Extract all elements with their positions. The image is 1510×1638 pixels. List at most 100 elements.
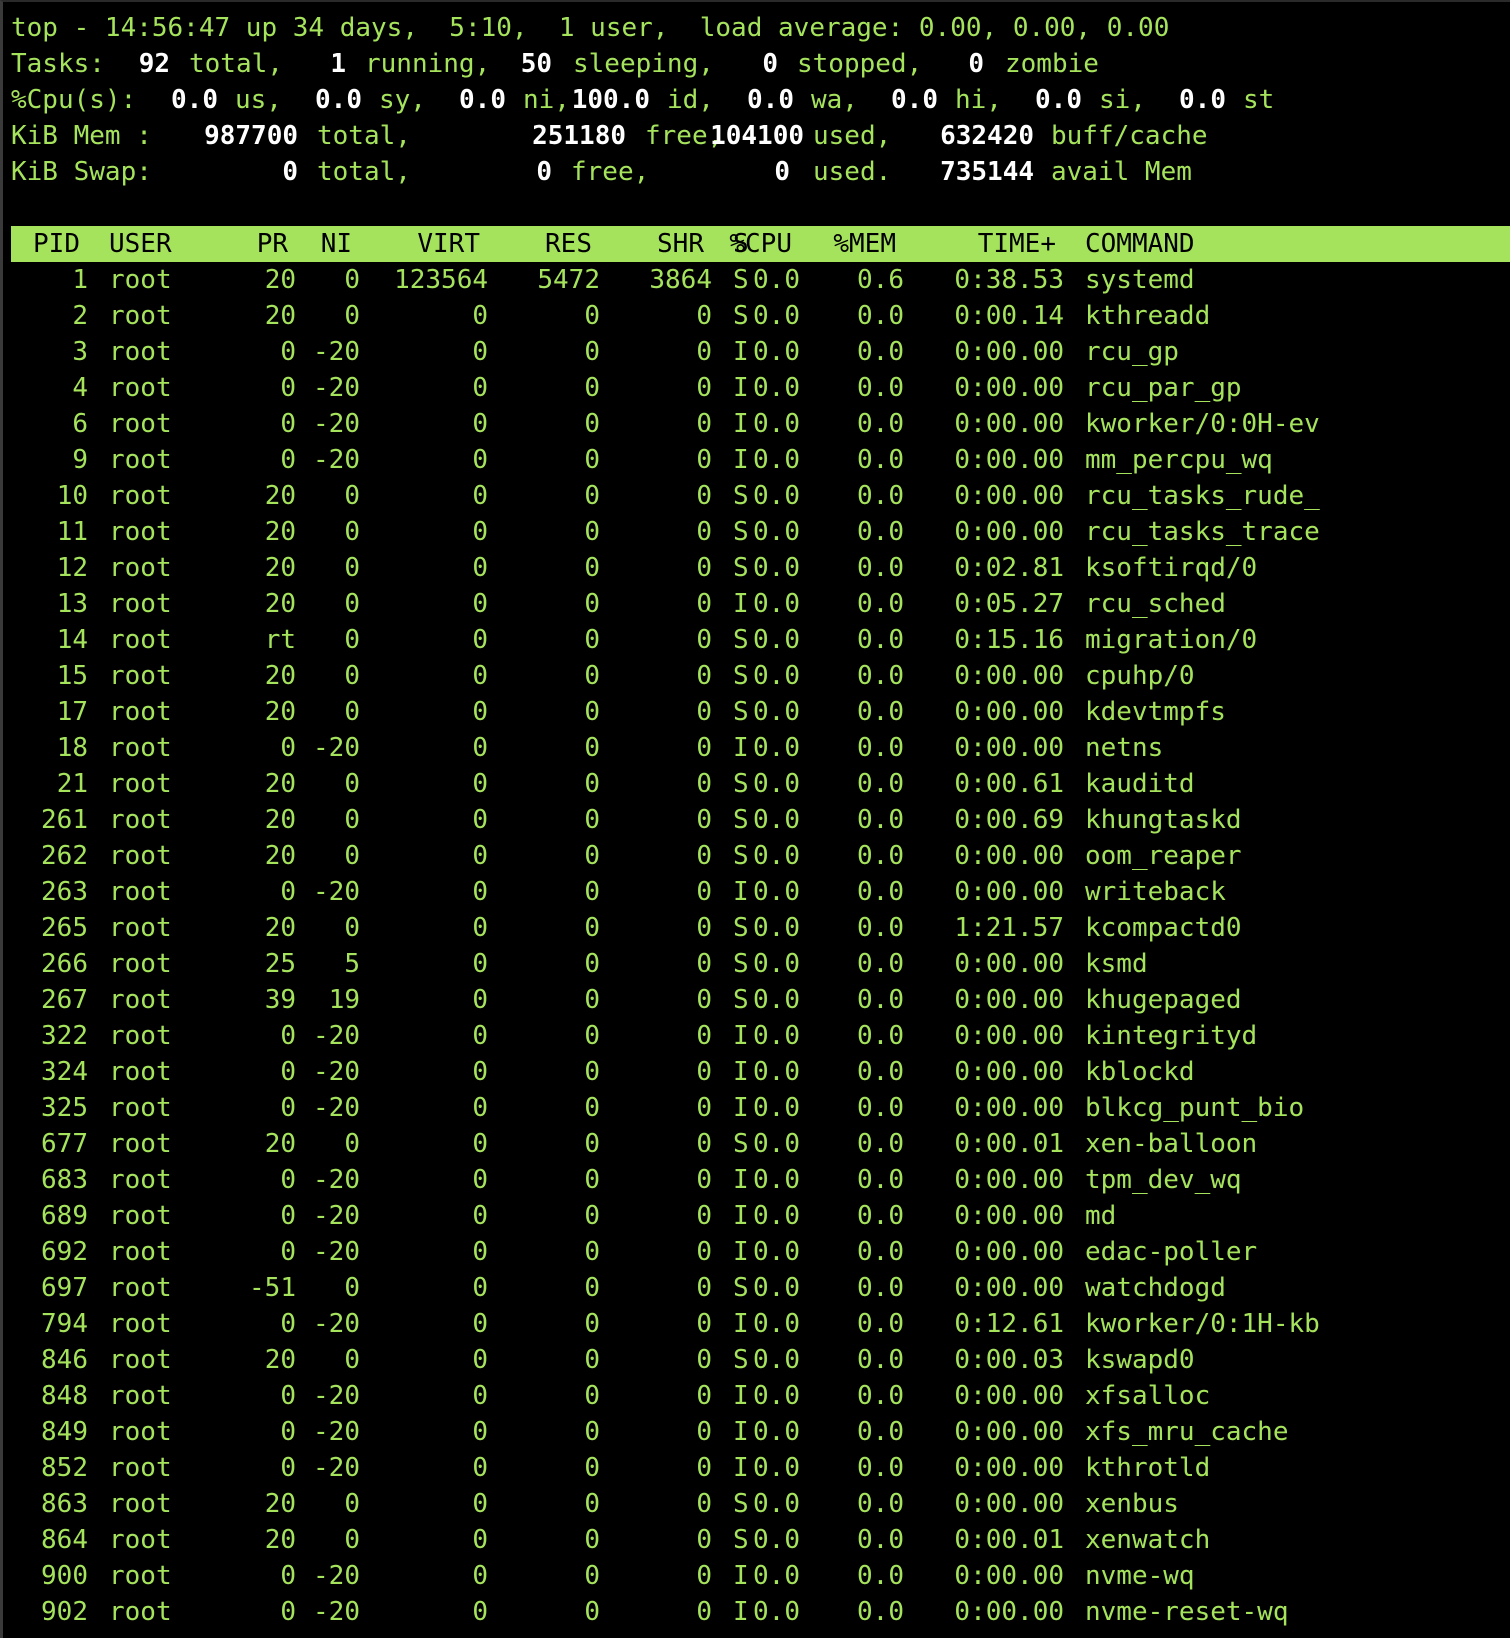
process-row[interactable]: 266 root 25 5 0 0 0 S 0.0 0.0 0:00.00 ksmd bbox=[3, 946, 1510, 982]
process-pid: 677 bbox=[41, 1129, 88, 1159]
process-row[interactable]: 1 root 20 0 123564 5472 3864 S 0.0 0.6 0:38.53 syst… bbox=[3, 262, 1510, 298]
process-mem: 0.0 bbox=[857, 1525, 904, 1555]
process-table-header[interactable]: PID USER PR NI VIRT RES SHR S %CPU %MEM TIME+ COMMA… bbox=[11, 226, 1510, 262]
process-row[interactable]: 794 root 0 -20 0 0 0 I 0.0 0.0 0:12.61 kworker/0:1H… bbox=[3, 1306, 1510, 1342]
process-row[interactable]: 852 root 0 -20 0 0 0 I 0.0 0.0 0:00.00 kthrotld bbox=[3, 1450, 1510, 1486]
process-row[interactable]: 262 root 20 0 0 0 0 S 0.0 0.0 0:00.00 oom_reaper bbox=[3, 838, 1510, 874]
process-row[interactable]: 902 root 0 -20 0 0 0 I 0.0 0.0 0:00.00 nvme-reset-w… bbox=[3, 1594, 1510, 1630]
process-pid: 13 bbox=[56, 589, 88, 619]
swap-used: 0 bbox=[774, 157, 790, 187]
process-pr: 0 bbox=[280, 1309, 296, 1339]
process-user: root bbox=[109, 733, 172, 763]
process-row[interactable]: 265 root 20 0 0 0 0 S 0.0 0.0 1:21.57 kcompactd0 bbox=[3, 910, 1510, 946]
process-virt: 0 bbox=[472, 517, 488, 547]
process-shr: 0 bbox=[696, 1273, 712, 1303]
process-row[interactable]: 692 root 0 -20 0 0 0 I 0.0 0.0 0:00.00 edac-poller bbox=[3, 1234, 1510, 1270]
process-row[interactable]: 263 root 0 -20 0 0 0 I 0.0 0.0 0:00.00 writeback bbox=[3, 874, 1510, 910]
process-res: 0 bbox=[584, 1561, 600, 1591]
process-row[interactable]: 267 root 39 19 0 0 0 S 0.0 0.0 0:00.00 khugepaged bbox=[3, 982, 1510, 1018]
process-virt: 0 bbox=[472, 841, 488, 871]
process-res: 0 bbox=[584, 1309, 600, 1339]
process-user: root bbox=[109, 1597, 172, 1627]
process-row[interactable]: 2 root 20 0 0 0 0 S 0.0 0.0 0:00.14 kthreadd bbox=[3, 298, 1510, 334]
column-header-res[interactable]: RES bbox=[545, 226, 592, 262]
process-user: root bbox=[109, 985, 172, 1015]
process-row[interactable]: 325 root 0 -20 0 0 0 I 0.0 0.0 0:00.00 blkcg_punt_b… bbox=[3, 1090, 1510, 1126]
process-ni: -20 bbox=[313, 1309, 360, 1339]
process-pid: 794 bbox=[41, 1309, 88, 1339]
process-shr: 0 bbox=[696, 1453, 712, 1483]
process-time: 1:21.57 bbox=[954, 913, 1064, 943]
process-row[interactable]: 18 root 0 -20 0 0 0 I 0.0 0.0 0:00.00 netns bbox=[3, 730, 1510, 766]
cpu-ni: 0.0 bbox=[459, 85, 506, 115]
process-res: 0 bbox=[584, 1597, 600, 1627]
process-shr: 0 bbox=[696, 1309, 712, 1339]
process-row[interactable]: 14 root rt 0 0 0 0 S 0.0 0.0 0:15.16 migration/0 bbox=[3, 622, 1510, 658]
process-res: 0 bbox=[584, 697, 600, 727]
process-shr: 0 bbox=[696, 805, 712, 835]
process-row[interactable]: 849 root 0 -20 0 0 0 I 0.0 0.0 0:00.00 xfs_mru_cach… bbox=[3, 1414, 1510, 1450]
process-row[interactable]: 3 root 0 -20 0 0 0 I 0.0 0.0 0:00.00 rcu_gp bbox=[3, 334, 1510, 370]
process-row[interactable]: 12 root 20 0 0 0 0 S 0.0 0.0 0:02.81 ksoftirqd/0 bbox=[3, 550, 1510, 586]
process-res: 0 bbox=[584, 1237, 600, 1267]
process-row[interactable]: 677 root 20 0 0 0 0 S 0.0 0.0 0:00.01 xen-balloon bbox=[3, 1126, 1510, 1162]
column-header-shr[interactable]: SHR bbox=[657, 226, 704, 262]
process-shr: 0 bbox=[696, 517, 712, 547]
process-res: 0 bbox=[584, 769, 600, 799]
process-user: root bbox=[109, 1381, 172, 1411]
process-row[interactable]: 6 root 0 -20 0 0 0 I 0.0 0.0 0:00.00 kworker/0:0H-e… bbox=[3, 406, 1510, 442]
process-mem: 0.0 bbox=[857, 1273, 904, 1303]
process-mem: 0.0 bbox=[857, 625, 904, 655]
process-row[interactable]: 689 root 0 -20 0 0 0 I 0.0 0.0 0:00.00 md bbox=[3, 1198, 1510, 1234]
column-header-command[interactable]: COMMAND bbox=[1085, 226, 1195, 262]
process-s: I bbox=[733, 445, 749, 475]
tasks-stopped: 0 bbox=[762, 49, 778, 79]
process-row[interactable]: 261 root 20 0 0 0 0 S 0.0 0.0 0:00.69 khungtaskd bbox=[3, 802, 1510, 838]
process-user: root bbox=[109, 553, 172, 583]
process-row[interactable]: 9 root 0 -20 0 0 0 I 0.0 0.0 0:00.00 mm_percpu_wq bbox=[3, 442, 1510, 478]
process-virt: 0 bbox=[472, 409, 488, 439]
process-cpu: 0.0 bbox=[753, 949, 800, 979]
tasks-sleeping-label: sleeping, bbox=[573, 49, 714, 79]
process-row[interactable]: 13 root 20 0 0 0 0 I 0.0 0.0 0:05.27 rcu_sched bbox=[3, 586, 1510, 622]
process-row[interactable]: 848 root 0 -20 0 0 0 I 0.0 0.0 0:00.00 xfsalloc bbox=[3, 1378, 1510, 1414]
process-row[interactable]: 864 root 20 0 0 0 0 S 0.0 0.0 0:00.01 xenwatch bbox=[3, 1522, 1510, 1558]
process-row[interactable]: 697 root -51 0 0 0 0 S 0.0 0.0 0:00.00 watchdogd bbox=[3, 1270, 1510, 1306]
process-row[interactable]: 10 root 20 0 0 0 0 S 0.0 0.0 0:00.00 rcu_tasks_rude… bbox=[3, 478, 1510, 514]
process-cpu: 0.0 bbox=[753, 841, 800, 871]
column-header-virt[interactable]: VIRT bbox=[417, 226, 480, 262]
column-header-mem[interactable]: %MEM bbox=[833, 226, 896, 262]
terminal-window[interactable]: top - 14:56:47 up 34 days, 5:10, 1 user,… bbox=[0, 0, 1510, 1638]
column-header-pr[interactable]: PR bbox=[257, 226, 288, 262]
process-command: edac-poller bbox=[1085, 1237, 1258, 1267]
process-pr: 0 bbox=[280, 1561, 296, 1591]
process-row[interactable]: 900 root 0 -20 0 0 0 I 0.0 0.0 0:00.00 nvme-wq bbox=[3, 1558, 1510, 1594]
process-row[interactable]: 17 root 20 0 0 0 0 S 0.0 0.0 0:00.00 kdevtmpfs bbox=[3, 694, 1510, 730]
process-s: S bbox=[733, 661, 749, 691]
process-user: root bbox=[109, 1129, 172, 1159]
process-row[interactable]: 683 root 0 -20 0 0 0 I 0.0 0.0 0:00.00 tpm_dev_wq bbox=[3, 1162, 1510, 1198]
cpu-line: %Cpu(s): 0.0 us, 0.0 sy, 0.0 ni, 100.0 i… bbox=[3, 82, 1510, 118]
process-row[interactable]: 21 root 20 0 0 0 0 S 0.0 0.0 0:00.61 kauditd bbox=[3, 766, 1510, 802]
process-row[interactable]: 15 root 20 0 0 0 0 S 0.0 0.0 0:00.00 cpuhp/0 bbox=[3, 658, 1510, 694]
process-ni: -20 bbox=[313, 445, 360, 475]
process-ni: 0 bbox=[344, 769, 360, 799]
process-cpu: 0.0 bbox=[753, 877, 800, 907]
column-header-time[interactable]: TIME+ bbox=[978, 226, 1056, 262]
process-row[interactable]: 4 root 0 -20 0 0 0 I 0.0 0.0 0:00.00 rcu_par_gp bbox=[3, 370, 1510, 406]
process-row[interactable]: 324 root 0 -20 0 0 0 I 0.0 0.0 0:00.00 kblockd bbox=[3, 1054, 1510, 1090]
process-row[interactable]: 846 root 20 0 0 0 0 S 0.0 0.0 0:00.03 kswapd0 bbox=[3, 1342, 1510, 1378]
process-command: kworker/0:1H-kb bbox=[1085, 1309, 1320, 1339]
process-res: 0 bbox=[584, 1525, 600, 1555]
column-header-user[interactable]: USER bbox=[109, 226, 172, 262]
process-row[interactable]: 863 root 20 0 0 0 0 S 0.0 0.0 0:00.00 xenbus bbox=[3, 1486, 1510, 1522]
process-virt: 0 bbox=[472, 733, 488, 763]
column-header-ni[interactable]: NI bbox=[321, 226, 352, 262]
process-command: rcu_par_gp bbox=[1085, 373, 1242, 403]
column-header-pid[interactable]: PID bbox=[33, 226, 80, 262]
process-cpu: 0.0 bbox=[753, 481, 800, 511]
process-command: oom_reaper bbox=[1085, 841, 1242, 871]
process-row[interactable]: 11 root 20 0 0 0 0 S 0.0 0.0 0:00.00 rcu_tasks_trac… bbox=[3, 514, 1510, 550]
column-header-cpu[interactable]: %CPU bbox=[729, 226, 792, 262]
process-row[interactable]: 322 root 0 -20 0 0 0 I 0.0 0.0 0:00.00 kintegrityd bbox=[3, 1018, 1510, 1054]
